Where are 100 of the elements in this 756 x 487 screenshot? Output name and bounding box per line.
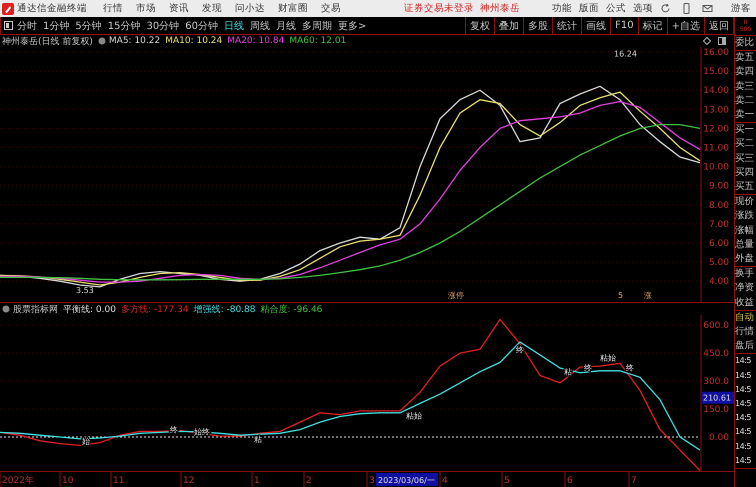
trade-time: 14:5 [735,426,752,438]
quote-label: 外盘 [735,252,755,266]
menu-item[interactable]: 功能 [552,2,572,15]
trade-time: 14:5 [735,454,752,467]
axis-label: 8.00 [708,200,729,211]
menu-item[interactable]: 行情 [103,2,123,15]
chart-marker: 涨 [644,291,652,300]
axis-label: 13.00 [703,105,729,116]
quote-label: 总量 [735,238,755,252]
menu-item[interactable]: 问小达 [235,2,265,15]
period-tab[interactable]: 1分钟 [43,18,70,32]
period-tab[interactable]: 月线 [276,18,296,32]
period-tab[interactable]: 分时 [17,18,37,32]
trade-time: 14:5 [735,398,752,410]
axis-label: 6 [567,476,573,486]
axis-label: 7.00 [708,220,729,230]
toolbar-button[interactable]: 复权 [465,17,494,34]
trade-time: 14:5 [735,355,752,368]
period-tab[interactable]: 60分钟 [185,18,218,32]
menu-item[interactable]: 版面 [579,2,599,15]
menu-item[interactable]: 选项 [633,2,653,15]
chart-marker: 涨停 [448,291,464,300]
quote-label: 涨跌 [735,209,755,224]
axis-label: 4.00 [708,277,729,288]
legend-value: MA10: 10.24 [165,36,222,46]
quote-label[interactable]: 自动 [735,310,756,326]
axis-label: 16.00 [703,48,729,58]
legend-value: MA5: 10.22 [108,36,160,46]
axis-label: 15.00 [703,67,729,78]
axis-label: 10 [62,476,74,486]
legend-value: MA60: 12.01 [289,36,346,46]
menu-item[interactable]: 资讯 [169,2,189,15]
quote-label: 盘后 [735,339,755,354]
panel-toggle-icon[interactable] [4,21,13,30]
period-tab[interactable]: 周线 [250,18,270,32]
menu-item[interactable]: 市场 [136,2,156,15]
period-tab[interactable]: 30分钟 [146,18,180,32]
axis-label: 600.0 [703,321,729,332]
quote-label: 卖四 [735,65,755,80]
period-tab[interactable]: 15分钟 [108,18,140,32]
axis-label: 11.00 [703,143,729,154]
toolbar-button[interactable]: 多股 [523,17,552,34]
period-tab[interactable]: 日线 [224,18,244,32]
app-title: 通达信金融终端 [17,2,87,15]
refresh-icon[interactable] [660,3,671,14]
signal-label: 粘始 [406,412,422,421]
trade-time: 14:5 [735,370,752,382]
quote-label: 买五 [735,180,755,194]
signal-label: 终 [626,364,634,373]
signal-label: 终 [516,345,524,354]
price-label: 16.24 [614,49,637,58]
toolbar-button[interactable]: 返回 [704,17,733,34]
axis-label: 12.00 [703,124,729,134]
axis-label: 6.00 [708,238,729,249]
toolbar-button[interactable]: 画线 [581,17,610,34]
quote-label: 净资 [735,281,755,296]
quote-label: 买一 [735,123,755,138]
axis-label: 300.0 [703,377,729,388]
signal-label: 粘 [564,368,572,377]
indicator-title: 股票指标网 [13,304,58,316]
period-tab[interactable]: 多周期 [302,18,332,32]
phone-icon[interactable] [681,3,692,14]
panel-icon[interactable] [718,37,726,45]
axis-label: 10.00 [703,162,729,173]
quote-label: 卖五 [735,51,755,66]
quote-label: 卖三 [735,80,755,94]
axis-label: 14.00 [703,86,729,96]
quote-label: 换手 [735,267,755,282]
quote-label: 涨幅 [735,224,755,238]
menu-item[interactable]: 发现 [202,2,222,15]
period-tab[interactable]: 5分钟 [75,18,102,32]
cursor-date-label: 2023/03/06/一 [376,473,438,486]
chart-title: 神州泰岳(日线 前复权) [2,36,93,48]
cursor-value-label: 210.61 [702,392,734,404]
price-label: 3.53 [76,286,94,296]
menu-item[interactable]: 公式 [606,2,626,15]
toolbar-button[interactable]: +自选 [666,17,704,34]
toolbar-button[interactable]: 叠加 [494,17,524,34]
period-tab[interactable]: 更多> [338,18,366,32]
quote-label: 卖一 [735,108,755,122]
quote-label: 现价 [735,195,755,210]
axis-label: 7 [631,476,637,486]
legend-value: 多方线: -177.34 [120,304,189,316]
axis-label: 150.0 [703,405,729,416]
menu-item[interactable]: 交易 [321,2,341,15]
signal-label: 粘始 [600,354,616,363]
axis-label: 3 [369,476,375,486]
axis-label: 2022年 [2,476,34,486]
quote-label: 收益 [735,296,755,310]
toolbar-button[interactable]: F10 [610,17,638,34]
legend-value: 粘合度: -96.46 [260,304,322,316]
diamond-icon[interactable] [703,37,711,45]
trade-time: 14:5 [735,384,752,396]
axis-label: 4 [442,476,448,486]
quote-label: 买二 [735,137,755,152]
menu-item[interactable]: 财富圈 [278,2,308,15]
user-label[interactable]: 游客 [731,2,751,15]
toolbar-button[interactable]: 标记 [638,17,667,34]
toolbar-button[interactable]: 统计 [552,17,582,34]
mail-icon[interactable] [702,3,713,14]
